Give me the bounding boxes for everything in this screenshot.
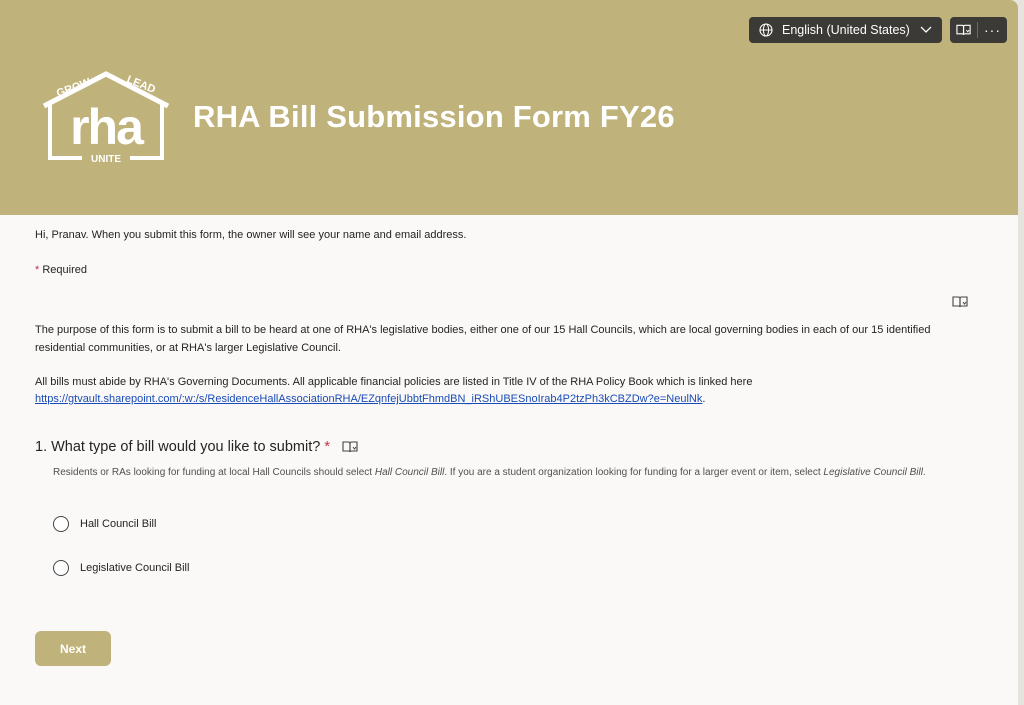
required-star: * — [35, 264, 40, 276]
rha-logo: GROW LEAD rha UNITE — [42, 71, 170, 165]
greeting-text: Hi, Pranav. When you submit this form, t… — [35, 229, 467, 241]
radio-button[interactable] — [53, 560, 69, 576]
more-icon[interactable]: ··· — [984, 23, 1001, 37]
link-suffix: . — [702, 393, 706, 405]
next-button[interactable]: Next — [35, 631, 111, 666]
required-note: * Required — [35, 264, 87, 276]
required-label: Required — [42, 264, 87, 276]
chevron-down-icon — [920, 26, 932, 33]
logo-rha-text: rha — [70, 99, 145, 155]
divider — [977, 22, 978, 38]
immersive-reader-icon[interactable] — [952, 295, 968, 309]
question-1-help: Residents or RAs looking for funding at … — [53, 467, 926, 478]
globe-icon — [759, 23, 773, 37]
option-label: Legislative Council Bill — [80, 562, 190, 574]
option-legislative-council-bill[interactable]: Legislative Council Bill — [53, 560, 189, 576]
description-paragraph-2: All bills must abide by RHA's Governing … — [35, 374, 975, 408]
radio-button[interactable] — [53, 516, 69, 532]
form-page: GROW LEAD rha UNITE RHA Bill Submission … — [0, 0, 1018, 705]
logo-grow-text: GROW — [55, 76, 93, 100]
description-paragraph-1: The purpose of this form is to submit a … — [35, 324, 931, 354]
question-1-required-star: * — [324, 439, 330, 455]
language-selector[interactable]: English (United States) — [749, 17, 942, 43]
immersive-reader-icon[interactable] — [956, 23, 971, 37]
option-label: Hall Council Bill — [80, 518, 157, 530]
language-label: English (United States) — [782, 23, 910, 37]
description-text: All bills must abide by RHA's Governing … — [35, 376, 753, 388]
immersive-reader-icon[interactable] — [342, 440, 358, 454]
option-hall-council-bill[interactable]: Hall Council Bill — [53, 516, 156, 532]
form-header: GROW LEAD rha UNITE RHA Bill Submission … — [0, 0, 1018, 215]
logo-unite-text: UNITE — [91, 154, 121, 165]
question-1-title: 1. What type of bill would you like to s… — [35, 439, 358, 455]
form-title: RHA Bill Submission Form FY26 — [193, 99, 675, 134]
header-actions: ··· — [950, 17, 1007, 43]
question-1-text: 1. What type of bill would you like to s… — [35, 439, 321, 455]
policy-book-link[interactable]: https://gtvault.sharepoint.com/:w:/s/Res… — [35, 393, 702, 405]
